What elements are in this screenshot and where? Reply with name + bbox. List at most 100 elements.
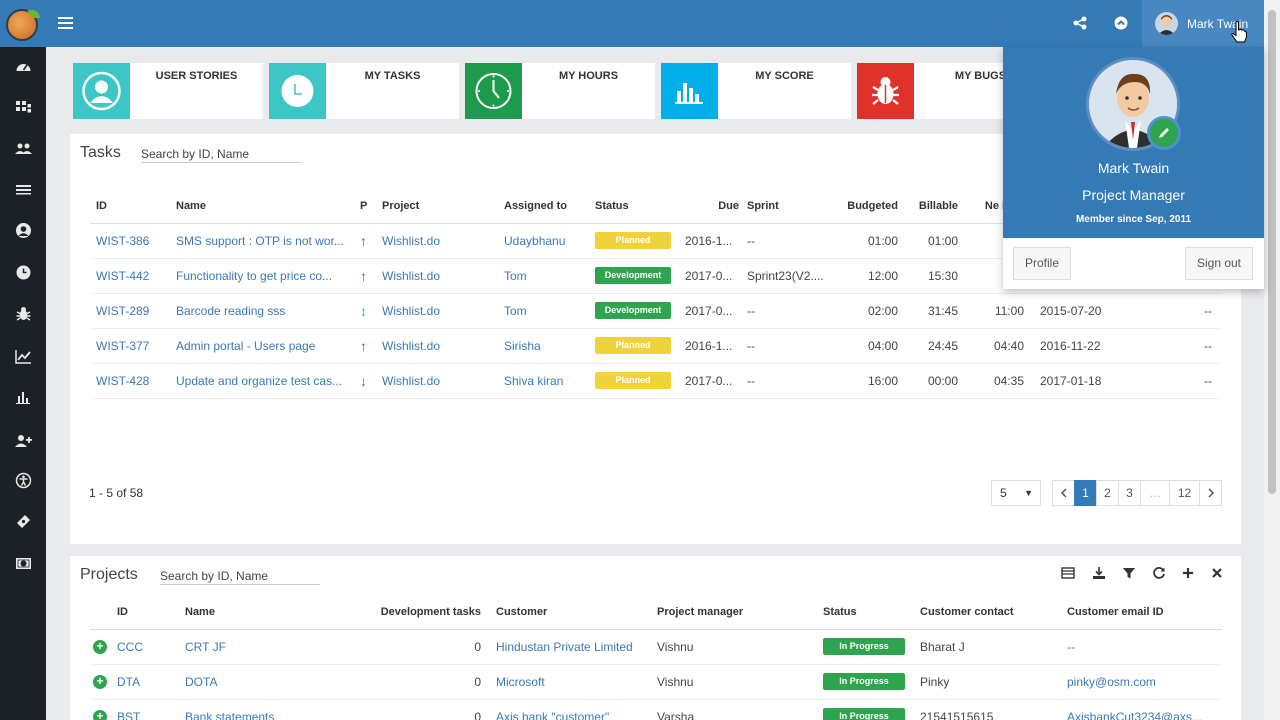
column-header[interactable]: Project bbox=[382, 189, 504, 224]
money-icon[interactable] bbox=[15, 555, 32, 572]
column-header[interactable]: Billable bbox=[898, 189, 958, 224]
tile-my-tasks[interactable]: MY TASKS bbox=[269, 63, 459, 119]
project-name-link[interactable]: Bank statements bbox=[185, 710, 274, 720]
column-header[interactable]: Project manager bbox=[657, 595, 823, 630]
table-row[interactable]: WIST-289 Barcode reading sss ↕ Wishlist.do T… bbox=[90, 293, 1222, 329]
prev-page-button[interactable] bbox=[1052, 480, 1075, 506]
column-header[interactable]: Due bbox=[685, 189, 747, 224]
column-header[interactable]: Sprint bbox=[747, 189, 828, 224]
assignee-link[interactable]: Udaybhanu bbox=[504, 234, 565, 248]
task-id-link[interactable]: WIST-386 bbox=[96, 234, 149, 248]
customer-email-link[interactable]: -- bbox=[1067, 640, 1075, 654]
project-link[interactable]: Wishlist.do bbox=[382, 304, 440, 318]
customer-email-link[interactable]: pinky@osm.com bbox=[1067, 675, 1156, 689]
page-button-3[interactable]: 3 bbox=[1118, 480, 1141, 506]
table-row[interactable]: WIST-377 Admin portal - Users page ↑ Wishli… bbox=[90, 328, 1222, 364]
projects-search-input[interactable] bbox=[160, 568, 320, 585]
apps-icon[interactable] bbox=[15, 99, 32, 116]
column-header[interactable]: Customer email ID bbox=[1067, 595, 1222, 630]
task-id-link[interactable]: WIST-428 bbox=[96, 374, 149, 388]
project-link[interactable]: Wishlist.do bbox=[382, 374, 440, 388]
clock-icon[interactable] bbox=[15, 264, 32, 281]
expand-row-icon[interactable]: + bbox=[93, 710, 107, 720]
refresh-icon[interactable] bbox=[1152, 566, 1166, 580]
profile-button[interactable]: Profile bbox=[1013, 247, 1071, 280]
task-name-link[interactable]: Admin portal - Users page bbox=[176, 339, 315, 353]
column-header[interactable]: Customer bbox=[481, 595, 657, 630]
download-icon[interactable] bbox=[1092, 566, 1106, 580]
add-user-icon[interactable] bbox=[15, 432, 32, 449]
task-id-link[interactable]: WIST-377 bbox=[96, 339, 149, 353]
accessibility-icon[interactable] bbox=[15, 472, 32, 489]
column-header[interactable]: Status bbox=[595, 189, 685, 224]
plus-icon[interactable] bbox=[1181, 566, 1195, 580]
share-icon[interactable] bbox=[1072, 15, 1088, 31]
close-icon[interactable] bbox=[1210, 566, 1224, 580]
project-id-link[interactable]: DTA bbox=[117, 675, 140, 689]
users-icon[interactable] bbox=[15, 140, 32, 157]
page-button-2[interactable]: 2 bbox=[1096, 480, 1119, 506]
column-header[interactable]: ID bbox=[90, 189, 176, 224]
assignee-link[interactable]: Tom bbox=[504, 269, 527, 283]
ticket-icon[interactable] bbox=[15, 513, 32, 530]
assignee-link[interactable]: Shiva kiran bbox=[504, 374, 563, 388]
customer-link[interactable]: Microsoft bbox=[496, 675, 545, 689]
project-id-link[interactable]: BST bbox=[117, 710, 140, 720]
assignee-link[interactable]: Tom bbox=[504, 304, 527, 318]
customer-email-link[interactable]: AxisbankCut3234@axs... bbox=[1067, 710, 1202, 720]
table-row[interactable]: WIST-428 Update and organize test cas... ↓… bbox=[90, 363, 1222, 399]
customer-link[interactable]: Axis bank "customer" bbox=[496, 710, 609, 720]
line-chart-icon[interactable] bbox=[15, 348, 32, 365]
project-name-link[interactable]: DOTA bbox=[185, 675, 217, 689]
project-link[interactable]: Wishlist.do bbox=[382, 269, 440, 283]
page-button-12[interactable]: 12 bbox=[1169, 480, 1200, 506]
column-header[interactable]: P bbox=[360, 189, 382, 224]
bug-icon[interactable] bbox=[15, 305, 32, 322]
project-link[interactable]: Wishlist.do bbox=[382, 234, 440, 248]
column-header[interactable]: Customer contact bbox=[920, 595, 1067, 630]
column-header[interactable]: Status bbox=[823, 595, 920, 630]
filter-icon[interactable] bbox=[1122, 566, 1136, 580]
customer-link[interactable]: Hindustan Private Limited bbox=[496, 640, 633, 654]
per-page-select[interactable]: 5 ▼ bbox=[991, 480, 1041, 506]
column-header[interactable]: Budgeted bbox=[828, 189, 898, 224]
panel-title: Projects bbox=[80, 566, 138, 583]
task-name-link[interactable]: Functionality to get price co... bbox=[176, 269, 332, 283]
column-header[interactable]: Development tasks bbox=[335, 595, 481, 630]
menu-toggle-icon[interactable] bbox=[58, 17, 73, 29]
task-name-link[interactable]: Barcode reading sss bbox=[176, 304, 285, 318]
table-row[interactable]: + CCC CRT JF 0 Hindustan Private Limited Vish… bbox=[90, 629, 1222, 665]
tile-my-score[interactable]: MY SCORE bbox=[661, 63, 851, 119]
columns-icon[interactable] bbox=[1061, 566, 1075, 580]
column-header[interactable]: ID bbox=[117, 595, 185, 630]
column-header[interactable]: Assigned to bbox=[504, 189, 595, 224]
page-scrollbar[interactable] bbox=[1264, 0, 1280, 720]
assignee-link[interactable]: Sirisha bbox=[504, 339, 541, 353]
scrollbar-thumb[interactable] bbox=[1268, 10, 1276, 494]
project-link[interactable]: Wishlist.do bbox=[382, 339, 440, 353]
sign-out-button[interactable]: Sign out bbox=[1185, 247, 1253, 280]
arrow-up-circle-icon[interactable] bbox=[1113, 15, 1129, 31]
bar-chart-icon[interactable] bbox=[15, 389, 32, 406]
column-header[interactable]: Name bbox=[185, 595, 335, 630]
table-row[interactable]: + BST Bank statements 0 Axis bank "customer"… bbox=[90, 699, 1222, 720]
task-id-link[interactable]: WIST-289 bbox=[96, 304, 149, 318]
edit-avatar-button[interactable] bbox=[1147, 116, 1181, 150]
expand-row-icon[interactable]: + bbox=[93, 675, 107, 689]
project-id-link[interactable]: CCC bbox=[117, 640, 143, 654]
next-page-button[interactable] bbox=[1199, 480, 1222, 506]
dashboard-icon[interactable] bbox=[15, 59, 32, 76]
table-row[interactable]: + DTA DOTA 0 Microsoft Vishnu In Progress Pinky… bbox=[90, 664, 1222, 700]
column-header[interactable]: Name bbox=[176, 189, 360, 224]
user-circle-icon[interactable] bbox=[15, 222, 32, 239]
project-name-link[interactable]: CRT JF bbox=[185, 640, 226, 654]
tasks-search-input[interactable] bbox=[141, 146, 301, 163]
list-icon[interactable] bbox=[15, 181, 32, 198]
task-name-link[interactable]: SMS support : OTP is not wor... bbox=[176, 234, 344, 248]
expand-row-icon[interactable]: + bbox=[93, 640, 107, 654]
tile-my-hours[interactable]: MY HOURS bbox=[465, 63, 655, 119]
tile-user-stories[interactable]: USER STORIES bbox=[73, 63, 263, 119]
task-id-link[interactable]: WIST-442 bbox=[96, 269, 149, 283]
page-button-1[interactable]: 1 bbox=[1074, 480, 1097, 506]
task-name-link[interactable]: Update and organize test cas... bbox=[176, 374, 342, 388]
